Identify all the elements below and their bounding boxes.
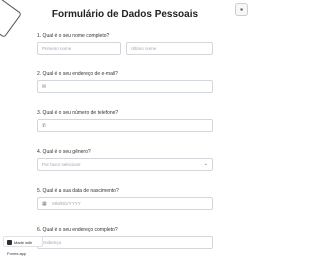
forms-app-logo-icon <box>7 240 12 246</box>
first-name-input[interactable]: Primeiro nome <box>37 42 121 55</box>
birthdate-field[interactable]: ▦ MM/DD/YYYY <box>37 197 213 210</box>
question-label: 6. Qual é o seu endereço completo? <box>37 227 118 233</box>
placeholder: MM/DD/YYYY <box>52 201 81 206</box>
address-field[interactable]: Endereço <box>37 236 213 249</box>
placeholder: Endereço <box>42 240 62 245</box>
question-label: 1. Qual é o seu nome completo? <box>37 33 110 39</box>
selected-value: Por favor selecione <box>42 162 81 167</box>
question-label: 3. Qual é o seu número de telefone? <box>37 110 119 116</box>
chevron-down-icon: ⌄ <box>203 161 208 167</box>
made-with-badge[interactable]: Made with Forms.app <box>3 236 43 256</box>
question-label: 5. Qual é a sua data de nascimento? <box>37 188 119 194</box>
last-name-input[interactable]: Último nome <box>126 42 213 55</box>
form-title: Formulário de Dados Pessoais <box>51 9 199 20</box>
mail-icon: ✉ <box>42 84 47 90</box>
placeholder: Último nome <box>131 46 157 51</box>
email-field[interactable]: ✉ <box>37 80 213 93</box>
gender-select[interactable]: Por favor selecione ⌄ <box>37 158 213 171</box>
question-label: 4. Qual é o seu gênero? <box>37 149 91 155</box>
phone-field[interactable]: ✆ <box>37 119 213 132</box>
calendar-icon: ▦ <box>42 201 47 207</box>
phone-icon: ✆ <box>42 123 47 129</box>
question-label: 2. Qual é o seu endereço de e-mail? <box>37 71 118 77</box>
placeholder: Primeiro nome <box>42 46 72 51</box>
